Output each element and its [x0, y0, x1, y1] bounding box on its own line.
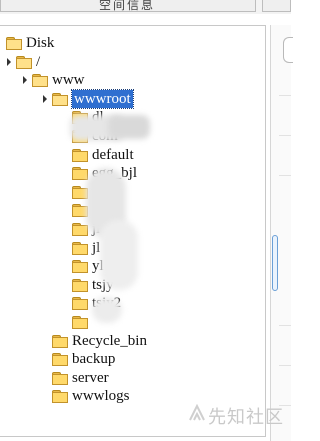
folder-icon — [72, 260, 88, 274]
tree-node[interactable]: jl — [60, 239, 100, 257]
divider — [279, 175, 291, 176]
tree-node-label: / — [36, 53, 41, 70]
folder-icon — [32, 74, 48, 88]
right-pane — [270, 25, 293, 441]
pane-corner-mark — [283, 37, 293, 63]
expand-arrow-icon[interactable] — [20, 71, 30, 89]
folder-icon — [52, 92, 68, 106]
divider — [279, 365, 291, 366]
top-toolbar: 空间信息 — [0, 0, 291, 14]
tree-node[interactable]: default — [60, 146, 134, 164]
folder-icon — [72, 223, 88, 236]
watermark-text: 先知社区 — [208, 407, 284, 428]
redaction-blur — [108, 115, 150, 139]
folder-icon — [72, 167, 88, 181]
tree-node[interactable] — [60, 313, 92, 331]
scrollbar-thumb[interactable] — [272, 235, 278, 291]
tree-node[interactable]: yl — [60, 257, 104, 275]
tree-node-label: default — [92, 146, 134, 163]
tree-node-label: Recycle_bin — [72, 332, 147, 349]
tree-node[interactable]: wwwroot — [40, 88, 134, 109]
space-info-button[interactable]: 空间信息 — [0, 0, 256, 12]
folder-icon — [72, 297, 88, 311]
divider — [279, 95, 291, 96]
folder-icon — [52, 353, 68, 367]
folder-icon — [72, 278, 88, 292]
folder-icon — [52, 390, 68, 404]
folder-icon — [52, 334, 68, 348]
tree-node[interactable]: / — [4, 53, 40, 71]
redaction-blur — [92, 297, 122, 323]
tree-node[interactable]: wwwlogs — [40, 387, 130, 405]
tree-node[interactable]: www — [20, 71, 85, 89]
tree-node[interactable]: server — [40, 369, 109, 387]
tree-node-label: server — [72, 369, 109, 386]
tree-node[interactable]: Recycle_bin — [40, 332, 147, 350]
redaction-blur — [100, 220, 138, 290]
divider — [279, 135, 291, 136]
folder-icon — [72, 148, 88, 162]
tree-node-label: wwwlogs — [72, 388, 130, 405]
tree-node-label: Disk — [26, 35, 55, 51]
folder-icon — [6, 37, 22, 50]
tree-node[interactable]: Disk — [0, 34, 54, 52]
folder-icon — [52, 371, 68, 385]
watermark-logo-icon — [189, 404, 205, 421]
folder-icon — [72, 241, 88, 255]
tree-node[interactable]: backup — [40, 350, 115, 368]
toolbar-button-right[interactable] — [262, 0, 291, 12]
expand-arrow-icon[interactable] — [40, 90, 50, 108]
divider — [279, 325, 291, 326]
tree-node-label: www — [52, 72, 85, 89]
expand-arrow-icon[interactable] — [4, 53, 14, 71]
folder-icon — [72, 316, 88, 329]
tree-node-label: wwwroot — [71, 88, 134, 109]
tree-node-label: backup — [72, 351, 116, 368]
space-info-button-label: 空间信息 — [99, 0, 156, 12]
folder-icon — [16, 55, 32, 69]
